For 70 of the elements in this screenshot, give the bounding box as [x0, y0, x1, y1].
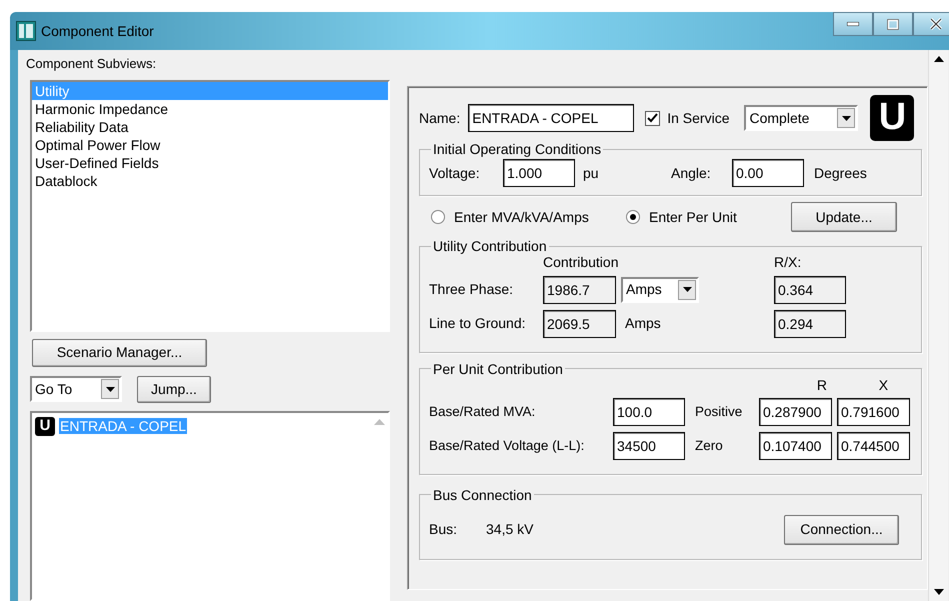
bus-label: Bus:	[429, 521, 458, 538]
voltage-unit: pu	[583, 164, 600, 182]
minimize-icon	[847, 22, 859, 26]
radio-label: Enter MVA/kVA/Amps	[454, 208, 589, 226]
unit-dropdown[interactable]: Amps	[621, 276, 699, 303]
angle-unit: Degrees	[814, 164, 867, 182]
goto-dropdown[interactable]: Go To	[30, 376, 122, 402]
close-icon	[930, 18, 942, 30]
utility-badge: U	[35, 416, 55, 436]
scroll-up-icon[interactable]	[934, 56, 944, 62]
group-title: Bus Connection	[432, 486, 533, 503]
column-header: R	[816, 376, 828, 395]
angle-field[interactable]: 0.00	[732, 159, 804, 187]
x-field[interactable]: 0.744500	[837, 432, 910, 460]
subview-item[interactable]: Datablock	[32, 172, 388, 190]
voltage-label: Voltage:	[429, 164, 481, 182]
name-field[interactable]: ENTRADA - COPEL	[468, 104, 634, 132]
group-title: Per Unit Contribution	[432, 360, 564, 377]
row-label: Line to Ground:	[429, 315, 527, 332]
utility-badge: U	[870, 95, 914, 141]
update-button[interactable]: Update...	[791, 202, 897, 232]
radio-label: Enter Per Unit	[649, 208, 737, 226]
row-label: Three Phase:	[429, 281, 514, 298]
connection-button[interactable]: Connection...	[784, 514, 899, 545]
maximize-button[interactable]	[873, 12, 913, 36]
unit-label: Amps	[625, 315, 662, 332]
subview-item[interactable]: Reliability Data	[32, 118, 388, 136]
status-dropdown[interactable]: Complete	[744, 105, 858, 131]
dropdown-arrow-icon	[682, 287, 692, 292]
subview-item[interactable]: Optimal Power Flow	[32, 136, 388, 154]
r-field[interactable]: 0.287900	[759, 398, 832, 426]
scroll-down-icon[interactable]	[934, 589, 944, 595]
column-header: Contribution	[543, 254, 620, 271]
base-field[interactable]: 34500	[613, 432, 685, 460]
maximize-icon	[887, 18, 899, 30]
vertical-scrollbar[interactable]	[928, 50, 948, 601]
voltage-field[interactable]: 1.000	[503, 159, 575, 187]
base-field[interactable]: 100.0	[613, 398, 685, 426]
window-title: Component Editor	[41, 22, 154, 40]
in-service-label: In Service	[667, 110, 730, 126]
dropdown-arrow-icon	[842, 116, 851, 120]
rx-field[interactable]: 0.294	[774, 310, 846, 338]
app-icon	[16, 21, 36, 41]
contribution-field[interactable]: 1986.7	[543, 276, 616, 304]
angle-label: Angle:	[671, 164, 712, 182]
name-label: Name:	[419, 110, 460, 126]
radio-button[interactable]	[626, 210, 640, 224]
sequence-label: Positive	[695, 404, 744, 420]
group-title: Initial Operating Conditions	[432, 141, 602, 157]
sequence-label: Zero	[695, 438, 724, 454]
scenario-manager-button[interactable]: Scenario Manager...	[32, 338, 207, 367]
r-field[interactable]: 0.107400	[759, 432, 832, 460]
bus-value: 34,5 kV	[486, 521, 534, 538]
row-label: Base/Rated Voltage (L-L):	[429, 438, 586, 454]
subview-item[interactable]: Harmonic Impedance	[32, 100, 388, 118]
rx-field[interactable]: 0.364	[774, 276, 846, 304]
subview-item[interactable]: User-Defined Fields	[32, 154, 388, 172]
x-field[interactable]: 0.791600	[837, 398, 910, 426]
contribution-field[interactable]: 2069.5	[543, 310, 616, 338]
dropdown-arrow-icon	[106, 386, 114, 392]
subviews-label: Component Subviews:	[26, 56, 158, 72]
minimize-button[interactable]	[833, 12, 873, 36]
row-label: Base/Rated MVA:	[429, 404, 536, 420]
jump-button[interactable]: Jump...	[137, 376, 211, 403]
close-button[interactable]	[913, 12, 949, 36]
group-title: Utility Contribution	[432, 238, 548, 254]
radio-button[interactable]	[431, 210, 445, 224]
in-service-checkbox[interactable]	[645, 110, 660, 126]
column-header: R/X:	[774, 254, 802, 271]
column-header: X	[878, 376, 890, 395]
